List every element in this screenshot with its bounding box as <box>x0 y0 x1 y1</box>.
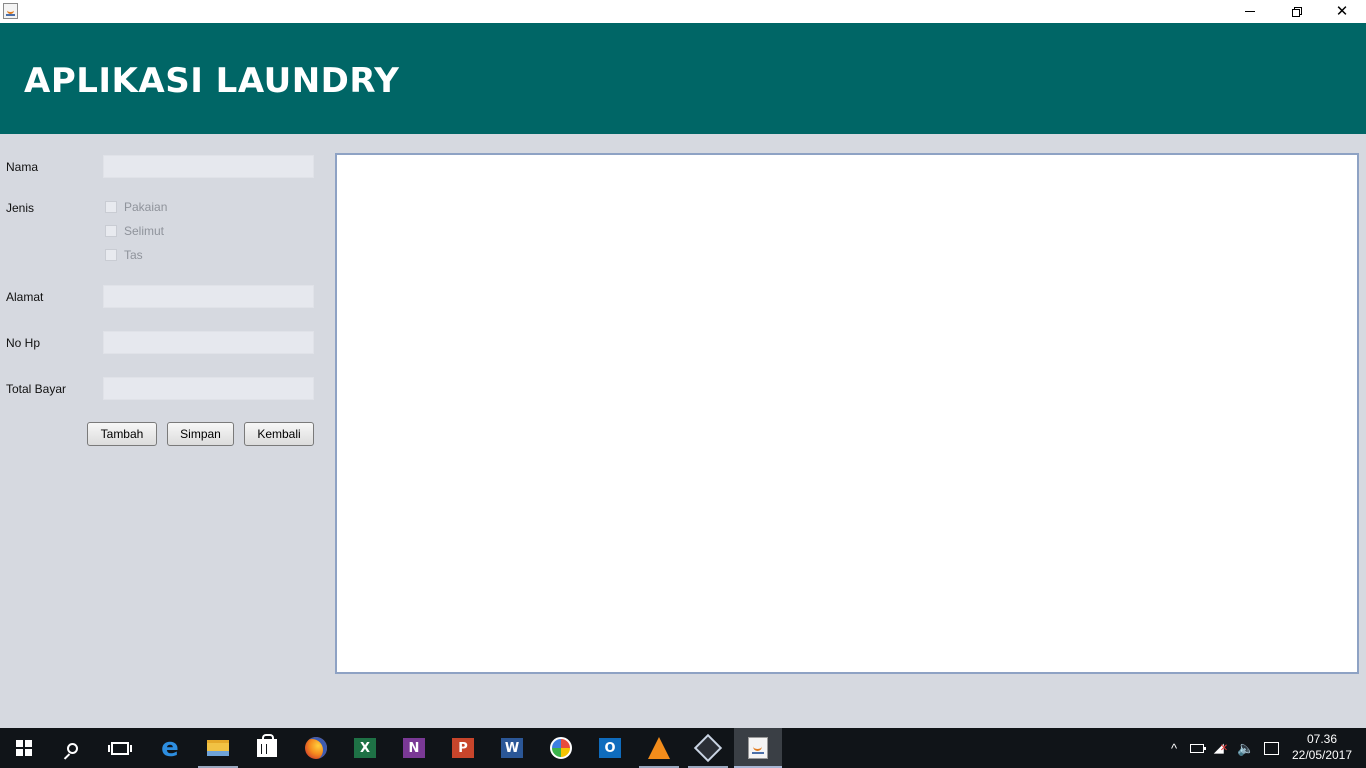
netbeans-icon <box>693 733 723 763</box>
taskbar-onenote[interactable]: N <box>390 728 438 768</box>
excel-icon: X <box>354 738 376 758</box>
checkbox-box[interactable] <box>105 225 117 237</box>
jenis-label: Jenis <box>6 201 35 215</box>
clock-time: 07.36 <box>1306 732 1338 746</box>
clock-date: 22/05/2017 <box>1291 748 1353 762</box>
windows-logo-icon <box>16 740 32 756</box>
taskbar-word[interactable]: W <box>488 728 536 768</box>
search-button[interactable] <box>48 728 96 768</box>
alamat-label: Alamat <box>6 290 44 304</box>
vlc-icon <box>648 737 670 759</box>
checkbox-label-selimut: Selimut <box>124 224 165 238</box>
java-app-icon <box>3 3 18 19</box>
checkbox-tas[interactable]: Tas <box>105 248 143 262</box>
checkbox-label-pakaian: Pakaian <box>124 200 168 214</box>
nama-label: Nama <box>6 160 39 174</box>
taskbar-firefox[interactable] <box>292 728 340 768</box>
taskbar: e X N P W O ^ ◢ ✕ 🔈 07.36 22/05/2017 <box>0 728 1366 768</box>
app-title: APLIKASI LAUNDRY <box>24 61 400 101</box>
taskbar-file-explorer[interactable] <box>194 728 242 768</box>
store-icon <box>257 734 277 757</box>
window-title-bar: ✕ <box>0 0 1366 23</box>
onenote-icon: N <box>403 738 425 758</box>
nama-field[interactable] <box>103 155 314 178</box>
battery-icon[interactable] <box>1187 728 1207 768</box>
taskbar-java-app[interactable] <box>734 728 782 768</box>
start-button[interactable] <box>0 728 48 768</box>
file-explorer-icon <box>207 740 229 756</box>
search-icon <box>66 742 78 754</box>
taskbar-vlc[interactable] <box>635 728 683 768</box>
volume-icon[interactable]: 🔈 <box>1235 728 1257 768</box>
close-icon: ✕ <box>1335 3 1349 20</box>
close-button[interactable]: ✕ <box>1319 0 1365 23</box>
total-bayar-field[interactable] <box>103 377 314 400</box>
checkbox-selimut[interactable]: Selimut <box>105 224 164 238</box>
taskbar-edge[interactable]: e <box>146 728 194 768</box>
taskbar-clock[interactable]: 07.36 22/05/2017 <box>1286 731 1358 763</box>
show-hidden-icons-chevron-icon[interactable]: ^ <box>1164 728 1184 768</box>
app-header: APLIKASI LAUNDRY <box>0 23 1366 134</box>
tambah-button[interactable]: Tambah <box>87 422 157 446</box>
edge-icon: e <box>161 733 179 763</box>
taskbar-powerpoint[interactable]: P <box>439 728 487 768</box>
nohp-label: No Hp <box>6 336 41 350</box>
action-center-icon[interactable] <box>1260 728 1282 768</box>
checkbox-pakaian[interactable]: Pakaian <box>105 200 167 214</box>
taskbar-netbeans[interactable] <box>684 728 732 768</box>
checkbox-label-tas: Tas <box>124 248 143 262</box>
output-text-area[interactable] <box>335 153 1359 674</box>
word-icon: W <box>501 738 523 758</box>
picasa-icon <box>550 737 572 759</box>
taskbar-excel[interactable]: X <box>341 728 389 768</box>
taskbar-outlook[interactable]: O <box>586 728 634 768</box>
outlook-icon: O <box>599 738 621 758</box>
kembali-button[interactable]: Kembali <box>244 422 314 446</box>
alamat-field[interactable] <box>103 285 314 308</box>
checkbox-box[interactable] <box>105 249 117 261</box>
simpan-button[interactable]: Simpan <box>167 422 234 446</box>
minimize-button[interactable] <box>1227 0 1273 23</box>
nohp-field[interactable] <box>103 331 314 354</box>
firefox-icon <box>305 737 327 759</box>
checkbox-box[interactable] <box>105 201 117 213</box>
task-view-icon <box>108 741 132 755</box>
java-icon <box>748 737 768 759</box>
taskbar-store[interactable] <box>243 728 291 768</box>
task-view-button[interactable] <box>96 728 144 768</box>
total-bayar-label: Total Bayar <box>6 382 67 396</box>
taskbar-picasa[interactable] <box>537 728 585 768</box>
restore-button[interactable] <box>1273 0 1319 23</box>
wifi-disconnected-icon[interactable]: ◢ ✕ <box>1210 728 1232 768</box>
powerpoint-icon: P <box>452 738 474 758</box>
minimize-icon <box>1245 11 1255 12</box>
restore-icon <box>1291 7 1302 17</box>
